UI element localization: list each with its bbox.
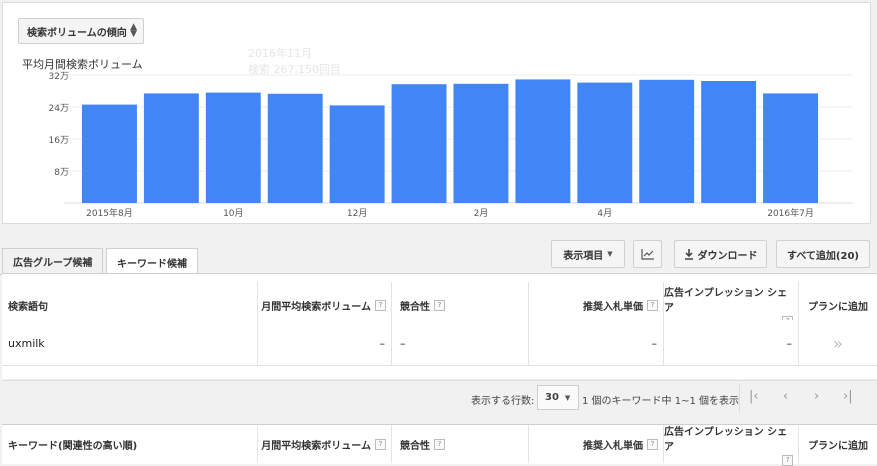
cell-volume: –: [258, 320, 392, 366]
bar[interactable]: [763, 93, 818, 203]
bar[interactable]: [329, 105, 385, 203]
cell-competition: –: [392, 320, 529, 366]
pagination-bar: 表示する行数: 30 ▼ 1 個のキーワード中 1~1 個を表示 |‹ ‹ › …: [2, 380, 877, 414]
rows-per-page-label: 表示する行数:: [471, 396, 535, 407]
header2-competition[interactable]: 競合性 ?: [392, 425, 529, 463]
next-page-icon[interactable]: ›: [814, 389, 819, 404]
pagination-summary: 1 個のキーワード中 1~1 個を表示: [582, 396, 740, 407]
header2-bid-label: 推奨入札単価: [583, 440, 643, 452]
bar[interactable]: [267, 93, 323, 203]
rows-per-page-select[interactable]: 30 ▼: [537, 385, 579, 410]
header2-add-to-plan-label: プランに追加: [808, 440, 868, 452]
keyword-ideas-table-header: キーワード(関連性の高い順) 月間平均検索ボリューム ? 競合性 ? 推奨入札単…: [2, 424, 877, 466]
y-tick-label: 32万: [49, 72, 69, 82]
chart-title: 平均月間検索ボリューム: [22, 58, 143, 71]
help-icon[interactable]: ?: [375, 299, 386, 311]
header2-impression-share-label: 広告インプレッション シェア: [664, 426, 788, 453]
bar[interactable]: [205, 92, 261, 203]
download-icon: [684, 248, 693, 260]
bar[interactable]: [453, 83, 509, 203]
table-row: uxmilk – – – – »: [2, 320, 877, 366]
tab-keyword-ideas-label: キーワード候補: [117, 258, 187, 270]
metric-selector-label: 検索ボリュームの傾向: [27, 27, 127, 39]
previous-page-icon[interactable]: ‹: [783, 389, 788, 404]
download-button-label: ダウンロード: [697, 250, 758, 262]
download-button[interactable]: ダウンロード: [674, 240, 767, 268]
header2-volume-label: 月間平均検索ボリューム: [261, 440, 371, 452]
chart-toggle-button[interactable]: [633, 240, 662, 268]
cell-keyword: uxmilk: [2, 320, 258, 366]
header-keyword-label: 検索語句: [8, 301, 48, 313]
help-icon[interactable]: ?: [375, 438, 386, 450]
pager-divider: [739, 383, 740, 413]
metric-selector[interactable]: 検索ボリュームの傾向 ▲ ▼: [18, 18, 144, 44]
bar[interactable]: [391, 84, 447, 203]
header-impression-share-label: 広告インプレッション シェア: [664, 287, 788, 314]
ghost-tooltip-date: 2016年11月: [248, 47, 312, 60]
first-page-icon[interactable]: |‹: [749, 389, 759, 404]
help-icon[interactable]: ?: [647, 299, 658, 311]
bar[interactable]: [515, 79, 571, 203]
x-tick-label: 10月: [223, 208, 243, 219]
tab-ad-group-ideas-label: 広告グループ候補: [13, 258, 93, 269]
help-icon[interactable]: ?: [434, 438, 445, 450]
chevron-down-icon: ▼: [564, 393, 571, 402]
bar[interactable]: [577, 82, 633, 203]
columns-button-label: 表示項目: [563, 250, 604, 262]
tab-keyword-ideas[interactable]: キーワード候補: [106, 248, 198, 275]
bar[interactable]: [639, 79, 695, 203]
x-tick-label: 2015年8月: [86, 207, 133, 219]
columns-button[interactable]: 表示項目 ▼: [551, 240, 625, 268]
header2-keyword[interactable]: キーワード(関連性の高い順): [2, 425, 258, 463]
y-tick-label: 16万: [49, 136, 69, 146]
x-tick-label: 4月: [597, 208, 612, 219]
rows-per-page-value: 30: [545, 392, 559, 403]
tabs-toolbar-row: 広告グループ候補 キーワード候補 表示項目 ▼ ダウンロード すべて追加(20): [0, 238, 877, 275]
chart-panel: 8万 16万 24万 32万 2015年8月 10月 12月 2月 4月 2016年7月 検索ボリ…: [2, 2, 871, 224]
x-tick-label: 2016年7月: [767, 207, 814, 219]
y-tick-label: 24万: [49, 104, 69, 114]
y-tick-label: 8万: [54, 168, 69, 178]
bar[interactable]: [143, 93, 199, 203]
add-all-button-label: すべて追加(20): [787, 250, 859, 262]
x-tick-label: 12月: [347, 208, 367, 219]
header2-keyword-label: キーワード(関連性の高い順): [8, 440, 138, 452]
add-to-plan-button[interactable]: »: [799, 320, 877, 366]
line-chart-icon: [640, 249, 654, 260]
last-page-icon[interactable]: ›|: [843, 389, 853, 404]
cell-bid: –: [529, 320, 664, 366]
header2-add-to-plan: プランに追加: [799, 425, 877, 463]
ghost-tooltip-value: 検索 267,150回目: [248, 63, 341, 76]
header2-bid[interactable]: 推奨入札単価 ?: [529, 425, 664, 463]
header-competition-label: 競合性: [400, 301, 430, 313]
header2-competition-label: 競合性: [400, 440, 430, 452]
search-terms-table: 検索語句 月間平均検索ボリューム ? 競合性 ? 推奨入札単価 ? 広告インプレ…: [2, 273, 877, 379]
header-volume-label: 月間平均検索ボリューム: [261, 301, 371, 313]
header2-volume[interactable]: 月間平均検索ボリューム ?: [258, 425, 392, 463]
tab-ad-group-ideas[interactable]: 広告グループ候補: [2, 248, 104, 274]
help-icon[interactable]: ?: [434, 299, 445, 311]
help-icon[interactable]: ?: [782, 454, 793, 466]
header-bid-label: 推奨入札単価: [583, 301, 643, 313]
header2-impression-share[interactable]: 広告インプレッション シェア ?: [664, 425, 799, 466]
sort-arrows-icon: ▲ ▼: [130, 22, 137, 39]
add-all-button[interactable]: すべて追加(20): [776, 240, 870, 268]
help-icon[interactable]: ?: [647, 438, 658, 450]
chevron-down-icon: ▼: [607, 250, 613, 258]
x-tick-label: 2月: [474, 208, 489, 219]
bar[interactable]: [701, 81, 757, 203]
header-add-to-plan-label: プランに追加: [808, 301, 868, 313]
bar[interactable]: [82, 104, 137, 203]
cell-impression-share: –: [664, 320, 799, 366]
